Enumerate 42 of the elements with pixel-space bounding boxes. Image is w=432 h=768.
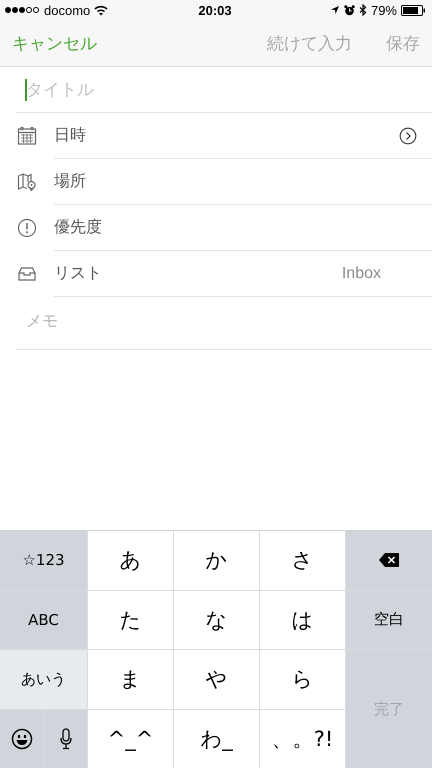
keyboard-key[interactable]: わ_: [174, 710, 259, 768]
text-cursor: [25, 79, 27, 101]
field-label[interactable]: 日時: [54, 125, 399, 146]
map-pin-icon: [17, 172, 37, 192]
keyboard-key[interactable]: は: [260, 590, 345, 649]
emoji-key[interactable]: [0, 710, 43, 768]
alarm-clock-icon: [344, 4, 355, 16]
delete-icon: [378, 552, 400, 568]
field-label[interactable]: リスト: [54, 263, 342, 284]
smiley-icon: [10, 728, 32, 750]
keyboard-mode-key[interactable]: あいう: [0, 650, 87, 708]
clock-time: 20:03: [198, 2, 232, 18]
field-label[interactable]: 場所: [54, 171, 417, 192]
keyboard-key[interactable]: や: [174, 650, 259, 708]
field-value: Inbox: [342, 264, 381, 282]
battery-icon: [401, 4, 426, 16]
keyboard-mode-key[interactable]: ☆123: [0, 531, 87, 590]
microphone-icon: [60, 728, 72, 750]
carrier-name: docomo: [44, 2, 90, 18]
battery-percent: 79%: [370, 2, 397, 18]
delete-key[interactable]: [346, 531, 432, 590]
keyboard-key[interactable]: な: [174, 590, 259, 649]
keyboard-key[interactable]: ま: [88, 650, 173, 708]
signal-icon: [4, 6, 40, 14]
microphone-key[interactable]: [44, 710, 87, 768]
keyboard-key[interactable]: か: [174, 531, 259, 590]
keyboard-key[interactable]: ら: [260, 650, 345, 708]
exclamation-circle-icon: [17, 218, 37, 238]
keyboard-key[interactable]: 、。?!: [260, 710, 345, 768]
chevron-circle-icon[interactable]: [399, 126, 417, 144]
title-field[interactable]: タイトル: [16, 80, 406, 100]
keyboard-key[interactable]: た: [88, 590, 173, 649]
calendar-icon: [17, 126, 37, 146]
location-arrow-icon: [330, 5, 340, 15]
bluetooth-icon: [358, 4, 367, 16]
wifi-icon: [94, 4, 108, 16]
keyboard-key[interactable]: あ: [88, 531, 173, 590]
field-label[interactable]: 優先度: [54, 217, 417, 238]
keyboard-key[interactable]: さ: [260, 531, 345, 590]
space-key[interactable]: 空白: [346, 590, 432, 649]
keyboard-mode-key[interactable]: ABC: [0, 590, 87, 649]
keyboard-key[interactable]: ^_^: [88, 710, 173, 768]
